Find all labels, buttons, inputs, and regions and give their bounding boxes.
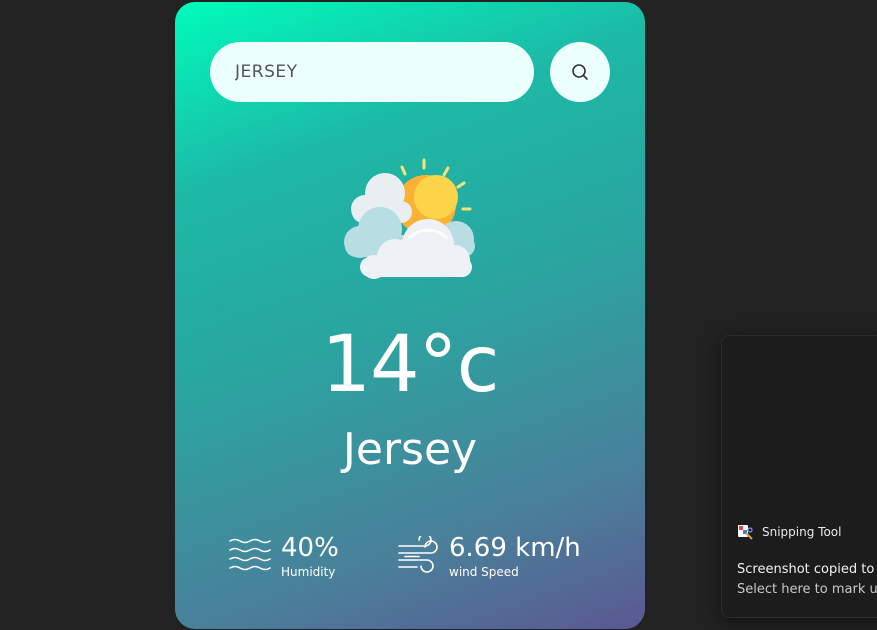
notification-title: Screenshot copied to c — [737, 562, 877, 577]
partly-cloudy-icon — [340, 157, 480, 282]
search-input[interactable] — [210, 42, 534, 102]
humidity-section: 40% Humidity — [229, 532, 339, 580]
weather-card: 14°c Jersey 40% Humidity — [175, 2, 645, 629]
humidity-label: Humidity — [281, 565, 336, 579]
wind-icon — [398, 536, 438, 573]
city-name: Jersey — [342, 424, 478, 475]
wind-speed-label: wind Speed — [449, 565, 519, 579]
temperature: 14°c — [321, 320, 499, 410]
search-bar — [210, 42, 610, 102]
search-button[interactable] — [550, 42, 610, 102]
notification-body[interactable]: Select here to mark up — [737, 582, 877, 597]
snipping-tool-notification[interactable]: Snipping Tool Screenshot copied to c Sel… — [721, 335, 877, 618]
humidity-value: 40% — [281, 533, 339, 563]
snipping-tool-icon — [738, 525, 753, 540]
notification-header: Snipping Tool — [737, 524, 841, 540]
search-icon — [572, 64, 588, 80]
wind-section: 6.69 km/h wind Speed — [397, 532, 581, 580]
notification-app-name: Snipping Tool — [762, 525, 842, 539]
wind-speed-value: 6.69 km/h — [449, 533, 581, 563]
humidity-waves-icon — [229, 538, 271, 571]
